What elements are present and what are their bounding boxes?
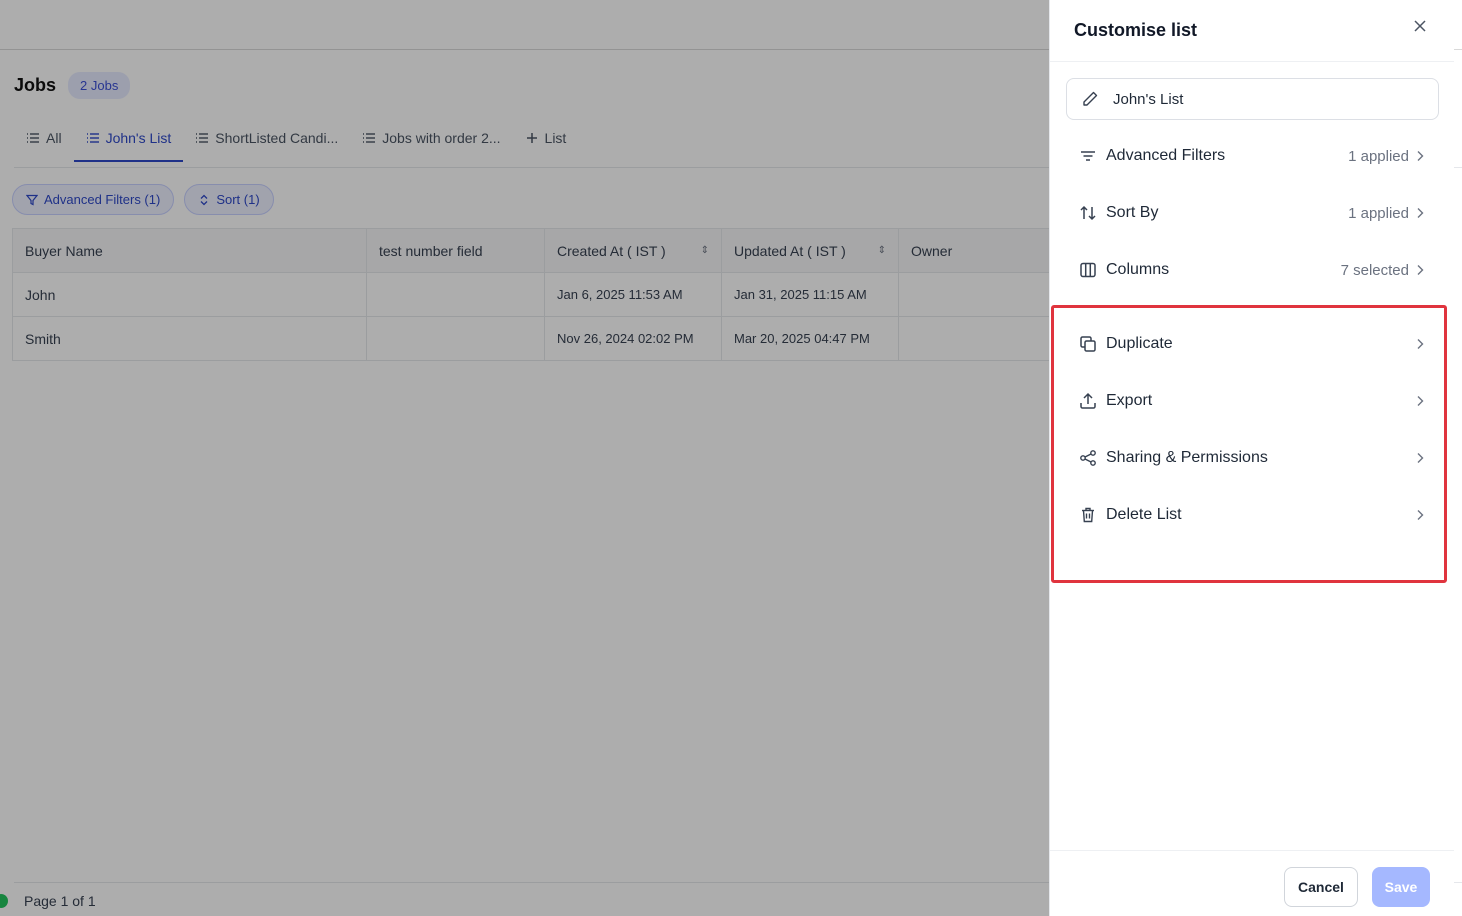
option-label: Export bbox=[1106, 392, 1153, 409]
trash-icon bbox=[1078, 505, 1098, 525]
export-option[interactable]: Export bbox=[1066, 379, 1439, 423]
modal-backdrop[interactable] bbox=[0, 0, 1049, 916]
sort-arrows-icon bbox=[1078, 203, 1098, 223]
chevron-right-icon bbox=[1415, 395, 1427, 407]
chevron-right-icon bbox=[1415, 509, 1427, 521]
sort-by-option[interactable]: Sort By 1 applied bbox=[1066, 191, 1439, 235]
save-button[interactable]: Save bbox=[1372, 867, 1430, 907]
advanced-filters-option[interactable]: Advanced Filters 1 applied bbox=[1066, 134, 1439, 178]
sharing-permissions-option[interactable]: Sharing & Permissions bbox=[1066, 436, 1439, 480]
option-label: Sharing & Permissions bbox=[1106, 449, 1268, 466]
panel-footer: Cancel Save bbox=[1050, 850, 1454, 916]
option-label: Columns bbox=[1106, 261, 1170, 278]
customise-list-panel: Customise list Advanced Filters 1 applie… bbox=[1049, 0, 1454, 916]
pencil-icon bbox=[1083, 91, 1098, 106]
option-label: Sort By bbox=[1106, 204, 1159, 221]
option-label: Advanced Filters bbox=[1106, 147, 1226, 164]
columns-option[interactable]: Columns 7 selected bbox=[1066, 248, 1439, 292]
chevron-right-icon bbox=[1415, 264, 1427, 276]
chevron-right-icon bbox=[1415, 150, 1427, 162]
export-icon bbox=[1078, 391, 1098, 411]
option-value: 7 selected bbox=[1340, 261, 1409, 279]
chevron-right-icon bbox=[1415, 207, 1427, 219]
list-name-input[interactable] bbox=[1113, 90, 1413, 108]
delete-list-option[interactable]: Delete List bbox=[1066, 493, 1439, 537]
filter-lines-icon bbox=[1078, 146, 1098, 166]
duplicate-option[interactable]: Duplicate bbox=[1066, 322, 1439, 366]
cancel-button[interactable]: Cancel bbox=[1284, 867, 1358, 907]
chevron-right-icon bbox=[1415, 452, 1427, 464]
share-icon bbox=[1078, 448, 1098, 468]
list-name-field[interactable] bbox=[1066, 78, 1439, 120]
option-label: Delete List bbox=[1106, 506, 1182, 523]
panel-header: Customise list bbox=[1050, 0, 1454, 62]
option-label: Duplicate bbox=[1106, 335, 1173, 352]
option-value: 1 applied bbox=[1348, 147, 1409, 165]
panel-title: Customise list bbox=[1074, 20, 1198, 40]
chevron-right-icon bbox=[1415, 338, 1427, 350]
duplicate-icon bbox=[1078, 334, 1098, 354]
option-value: 1 applied bbox=[1348, 204, 1409, 222]
columns-icon bbox=[1078, 260, 1098, 280]
close-button[interactable] bbox=[1408, 14, 1432, 38]
close-icon bbox=[1414, 20, 1426, 32]
